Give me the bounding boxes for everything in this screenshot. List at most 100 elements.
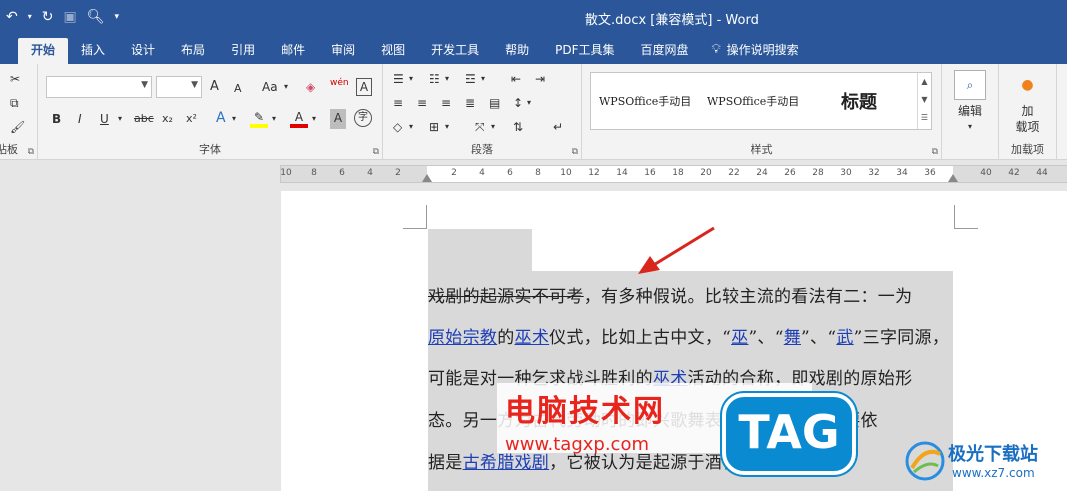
undo-dropdown-icon[interactable]: ▾	[28, 8, 32, 26]
chevron-down-icon[interactable]: ▾	[272, 110, 276, 130]
tab-references[interactable]: 引用	[218, 38, 268, 64]
bold-button[interactable]: B	[52, 110, 61, 130]
font-size-combo[interactable]: ▼	[156, 76, 202, 98]
styles-gallery[interactable]: WPSOffice手动目 WPSOffice手动目 标题 ▲ ▼ ☰	[590, 72, 932, 130]
tell-me-search[interactable]: 操作说明搜索	[727, 38, 812, 64]
chevron-down-icon[interactable]: ▾	[118, 110, 122, 130]
align-right-icon[interactable]: ≡	[441, 94, 451, 114]
redo-icon[interactable]: ↻	[42, 8, 54, 26]
style-item[interactable]: WPSOffice手动目	[599, 93, 691, 109]
style-item[interactable]: WPSOffice手动目	[707, 93, 799, 109]
addins-button-line2[interactable]: 载项	[999, 118, 1056, 138]
chevron-down-icon[interactable]: ▼	[918, 91, 931, 109]
underline-button[interactable]: U	[100, 110, 109, 130]
ruler-tick-label: 4	[367, 168, 373, 178]
tab-help[interactable]: 帮助	[492, 38, 542, 64]
grow-font-button[interactable]: A	[210, 78, 219, 98]
distributed-icon[interactable]: ▤	[489, 94, 500, 114]
tab-review[interactable]: 审阅	[318, 38, 368, 64]
tab-baidu-netdisk[interactable]: 百度网盘	[628, 38, 702, 64]
chevron-down-icon[interactable]: ▾	[527, 94, 531, 114]
addin-icon[interactable]: ●	[999, 76, 1056, 96]
char-shading-button[interactable]: A	[330, 109, 346, 129]
multilevel-list-icon[interactable]: ☲	[465, 70, 476, 90]
chevron-down-icon[interactable]: ▾	[445, 70, 449, 90]
borders-icon[interactable]: ⊞	[429, 118, 439, 138]
align-center-icon[interactable]: ≡	[417, 94, 427, 114]
undo-icon[interactable]: ↶	[6, 8, 18, 26]
search-icon[interactable]: ⌕	[954, 70, 986, 100]
aurora-logo-icon	[905, 441, 945, 481]
indent-marker[interactable]	[422, 174, 432, 182]
hyperlink[interactable]: 原始宗教	[428, 328, 497, 348]
print-preview-icon[interactable]: 🔍︎	[87, 8, 105, 26]
subscript-button[interactable]: x₂	[162, 110, 173, 130]
hyperlink[interactable]: 巫术	[515, 328, 550, 348]
sort-icon[interactable]: ⇅	[513, 118, 523, 138]
chevron-down-icon[interactable]: ▾	[409, 118, 413, 138]
font-color-button[interactable]: A	[290, 108, 308, 128]
hyperlink[interactable]: 古希腊戏剧	[463, 453, 550, 473]
chevron-down-icon[interactable]: ▾	[481, 70, 485, 90]
chevron-down-icon[interactable]: ▾	[445, 118, 449, 138]
char-border-button[interactable]: A	[356, 78, 372, 96]
chevron-down-icon[interactable]: ▾	[312, 110, 316, 130]
paragraph-launcher-icon[interactable]: ⧉	[572, 147, 578, 157]
right-indent-marker[interactable]	[948, 174, 958, 182]
tab-insert[interactable]: 插入	[68, 38, 118, 64]
tab-mailings[interactable]: 邮件	[268, 38, 318, 64]
clipboard-launcher-icon[interactable]: ⧉	[28, 147, 34, 157]
horizontal-ruler[interactable]: 10 8 6 4 2 2 4 6 8 10 12 14 16 18 20 22 24 26 28 30 32 34 36 40…	[280, 165, 1067, 183]
hyperlink[interactable]: 武	[836, 328, 853, 348]
chevron-down-icon[interactable]: ▾	[284, 78, 288, 98]
lightbulb-icon[interactable]: 💡︎	[712, 38, 721, 64]
clear-formatting-icon[interactable]: ◈	[306, 78, 315, 98]
shrink-font-button[interactable]: A	[234, 80, 242, 100]
numbering-icon[interactable]: ☷	[429, 70, 440, 90]
increase-indent-icon[interactable]: ⇥	[535, 70, 545, 90]
italic-button[interactable]: I	[78, 110, 82, 130]
font-name-combo[interactable]: ▼	[46, 76, 152, 98]
styles-scroll[interactable]: ▲ ▼ ☰	[917, 73, 931, 129]
chevron-up-icon[interactable]: ▲	[918, 73, 931, 91]
enclose-chars-button[interactable]: 字	[354, 109, 372, 127]
chevron-down-icon[interactable]: ▾	[232, 110, 236, 130]
phonetic-guide-button[interactable]: wén	[330, 74, 349, 94]
decrease-indent-icon[interactable]: ⇤	[511, 70, 521, 90]
tab-home[interactable]: 开始	[18, 38, 69, 64]
cut-icon[interactable]: ✂	[10, 70, 20, 90]
superscript-button[interactable]: x²	[186, 110, 197, 130]
show-marks-icon[interactable]: ↵	[553, 118, 563, 138]
change-case-button[interactable]: Aa	[262, 78, 278, 98]
justify-icon[interactable]: ≣	[465, 94, 475, 114]
strikethrough-button[interactable]: abc	[134, 110, 154, 130]
highlight-icon[interactable]: ✎	[250, 108, 268, 128]
paragraph-line[interactable]: 戏剧的起源实不可考，有多种假说。比较主流的看法有二：一为	[428, 282, 912, 307]
style-item-heading[interactable]: 标题	[841, 88, 877, 114]
chevron-down-icon[interactable]: ▾	[409, 70, 413, 90]
copy-icon[interactable]: ⧉	[10, 94, 19, 114]
format-painter-icon[interactable]: 🖌︎	[10, 118, 25, 138]
tag-logo-text: TAG	[738, 405, 840, 459]
tab-developer[interactable]: 开发工具	[418, 38, 492, 64]
customize-qat-icon[interactable]: ▾	[115, 8, 120, 26]
tab-layout[interactable]: 布局	[168, 38, 218, 64]
tab-pdf-tools[interactable]: PDF工具集	[542, 38, 627, 64]
hyperlink[interactable]: 巫	[731, 328, 748, 348]
styles-launcher-icon[interactable]: ⧉	[932, 147, 938, 157]
asian-layout-icon[interactable]: ⤧	[475, 118, 485, 138]
chevron-down-icon[interactable]: ▾	[491, 118, 495, 138]
chevron-down-icon[interactable]: ▾	[942, 118, 998, 138]
shading-icon[interactable]: ◇	[393, 118, 402, 138]
bullets-icon[interactable]: ☰	[393, 70, 404, 90]
hyperlink[interactable]: 舞	[784, 328, 801, 348]
align-left-icon[interactable]: ≡	[393, 94, 403, 114]
touch-mode-icon[interactable]: ▣	[63, 8, 76, 26]
text-effects-button[interactable]: A	[216, 109, 226, 129]
font-launcher-icon[interactable]: ⧉	[373, 147, 379, 157]
tab-view[interactable]: 视图	[368, 38, 418, 64]
line-spacing-icon[interactable]: ↕	[513, 94, 523, 114]
tab-design[interactable]: 设计	[118, 38, 168, 64]
paragraph-line[interactable]: 原始宗教的巫术仪式，比如上古中文，“巫”、“舞”、“武”三字同源，	[428, 323, 949, 348]
more-icon[interactable]: ☰	[918, 109, 931, 127]
